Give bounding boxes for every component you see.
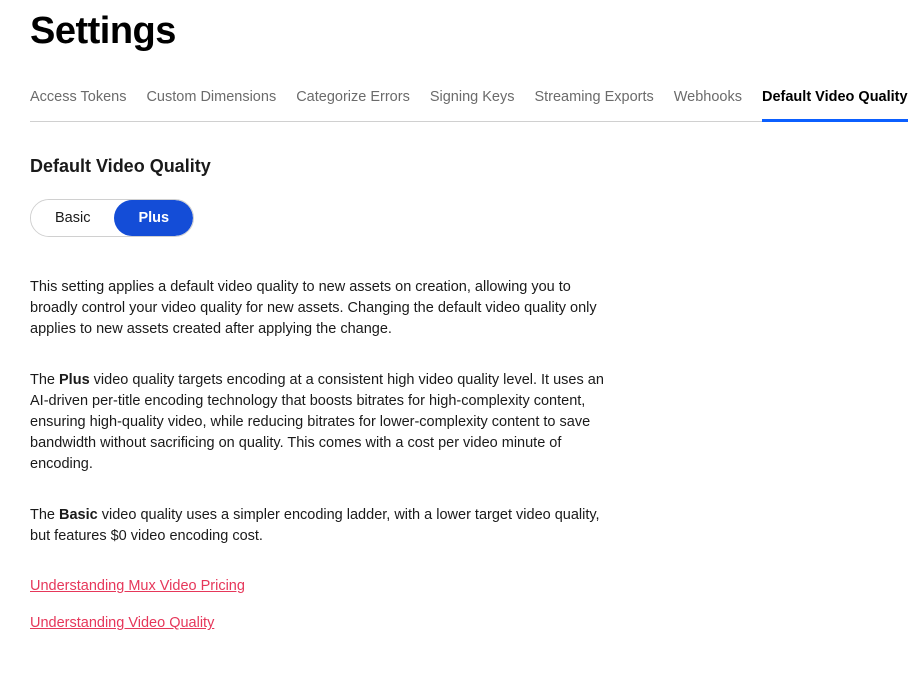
section-title: Default Video Quality xyxy=(30,156,889,177)
tab-default-video-quality[interactable]: Default Video Quality xyxy=(762,89,908,122)
plus-paragraph: The Plus video quality targets encoding … xyxy=(30,370,610,475)
plus-label: Plus xyxy=(59,372,90,388)
intro-paragraph: This setting applies a default video qua… xyxy=(30,277,610,340)
tab-signing-keys[interactable]: Signing Keys xyxy=(430,89,515,122)
basic-label: Basic xyxy=(59,507,98,523)
link-pricing[interactable]: Understanding Mux Video Pricing xyxy=(30,578,245,594)
page-title: Settings xyxy=(30,10,889,53)
quality-toggle: Basic Plus xyxy=(30,199,194,237)
tab-categorize-errors[interactable]: Categorize Errors xyxy=(296,89,410,122)
basic-paragraph: The Basic video quality uses a simpler e… xyxy=(30,505,610,547)
tab-custom-dimensions[interactable]: Custom Dimensions xyxy=(146,89,276,122)
text-fragment: The xyxy=(30,507,59,523)
tab-streaming-exports[interactable]: Streaming Exports xyxy=(534,89,653,122)
quality-option-plus[interactable]: Plus xyxy=(114,200,193,236)
settings-tabs: Access Tokens Custom Dimensions Categori… xyxy=(30,89,889,122)
content-area: This setting applies a default video qua… xyxy=(30,277,610,651)
link-quality[interactable]: Understanding Video Quality xyxy=(30,615,214,631)
tab-webhooks[interactable]: Webhooks xyxy=(674,89,742,122)
quality-option-basic[interactable]: Basic xyxy=(31,200,114,236)
text-fragment: video quality uses a simpler encoding la… xyxy=(30,507,600,544)
text-fragment: The xyxy=(30,372,59,388)
text-fragment: video quality targets encoding at a cons… xyxy=(30,372,604,472)
tab-access-tokens[interactable]: Access Tokens xyxy=(30,89,126,122)
